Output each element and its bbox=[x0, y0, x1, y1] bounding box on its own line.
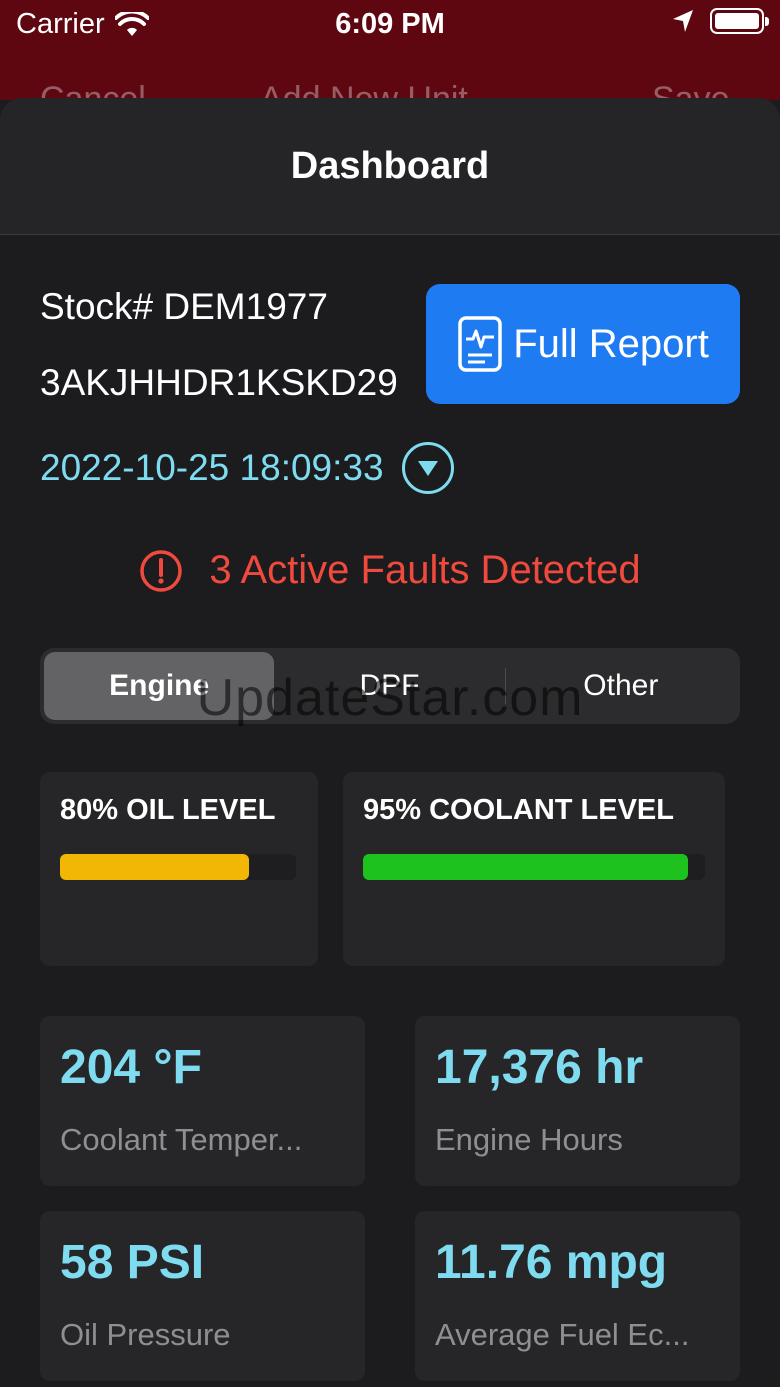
coolant-temperature-card[interactable]: 204 °F Coolant Temper... bbox=[40, 1016, 365, 1186]
full-report-label: Full Report bbox=[513, 321, 709, 366]
coolant-level-card: 95% COOLANT LEVEL bbox=[343, 772, 725, 966]
chevron-down-icon[interactable] bbox=[401, 442, 454, 494]
coolant-level-fill bbox=[363, 854, 688, 880]
status-time: 6:09 PM bbox=[335, 8, 445, 40]
oil-level-title: 80% OIL LEVEL bbox=[60, 794, 276, 826]
active-faults-alert[interactable]: 3 Active Faults Detected bbox=[0, 548, 780, 593]
fuel-economy-label: Average Fuel Ec... bbox=[435, 1317, 690, 1352]
engine-hours-card[interactable]: 17,376 hr Engine Hours bbox=[415, 1016, 740, 1186]
timestamp-label: 2022-10-25 18:09:33 bbox=[40, 447, 384, 488]
fuel-economy-card[interactable]: 11.76 mpg Average Fuel Ec... bbox=[415, 1211, 740, 1381]
coolant-level-title: 95% COOLANT LEVEL bbox=[363, 794, 674, 826]
oil-level-bar bbox=[60, 854, 296, 880]
report-icon bbox=[458, 316, 502, 372]
coolant-level-bar bbox=[363, 854, 705, 880]
oil-pressure-value: 58 PSI bbox=[60, 1236, 205, 1289]
battery-icon bbox=[710, 8, 769, 34]
coolant-temperature-value: 204 °F bbox=[60, 1041, 202, 1094]
coolant-temperature-label: Coolant Temper... bbox=[60, 1122, 303, 1157]
sheet-header: Dashboard bbox=[0, 98, 780, 235]
timestamp-selector[interactable]: 2022-10-25 18:09:33 bbox=[40, 442, 454, 494]
active-faults-label: 3 Active Faults Detected bbox=[209, 548, 641, 592]
engine-hours-value: 17,376 hr bbox=[435, 1041, 644, 1094]
oil-pressure-label: Oil Pressure bbox=[60, 1317, 231, 1352]
alert-circle-icon bbox=[140, 549, 183, 592]
oil-level-card: 80% OIL LEVEL bbox=[40, 772, 318, 966]
sheet-title: Dashboard bbox=[290, 144, 490, 187]
dashboard-sheet: Dashboard Stock# DEM1977 3AKJHHDR1KSKD29… bbox=[0, 98, 780, 1387]
status-right bbox=[672, 8, 769, 34]
fuel-economy-value: 11.76 mpg bbox=[435, 1236, 668, 1289]
vin-number: 3AKJHHDR1KSKD29 bbox=[40, 362, 398, 403]
engine-hours-label: Engine Hours bbox=[435, 1122, 623, 1157]
oil-pressure-card[interactable]: 58 PSI Oil Pressure bbox=[40, 1211, 365, 1381]
full-report-button[interactable]: Full Report bbox=[426, 284, 740, 404]
stock-number: Stock# DEM1977 bbox=[40, 286, 328, 327]
watermark: UpdateStar.com bbox=[196, 669, 584, 727]
oil-level-fill bbox=[60, 854, 249, 880]
location-arrow-icon bbox=[673, 10, 693, 32]
